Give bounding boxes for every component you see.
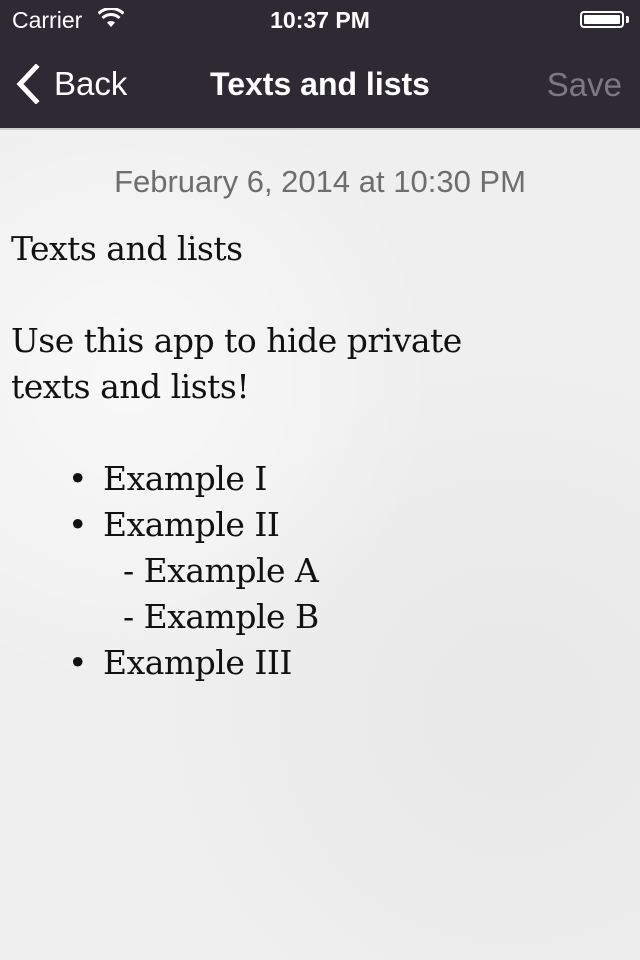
bullet-icon: • (68, 643, 87, 682)
back-button[interactable]: Back (14, 64, 127, 104)
status-bar: Carrier 10:37 PM (0, 0, 640, 40)
navigation-bar: Back Texts and lists Save (0, 40, 640, 128)
bullet-icon: • (68, 459, 87, 498)
sub-list-item: - Example A (11, 548, 621, 594)
dash-marker: - (123, 551, 134, 590)
battery-tip (626, 16, 629, 23)
list-item-text: Example III (103, 643, 292, 682)
sub-list-item: - Example B (11, 594, 621, 640)
chevron-left-icon (16, 64, 40, 104)
note-content[interactable]: February 6, 2014 at 10:30 PM Texts and l… (0, 130, 640, 960)
note-text[interactable]: Texts and lists Use this app to hide pri… (11, 226, 621, 686)
note-body-line: texts and lists! (11, 367, 250, 406)
list-item: • Example II (11, 502, 621, 548)
clock: 10:37 PM (270, 7, 370, 33)
battery-icon (580, 11, 624, 28)
save-button[interactable]: Save (547, 66, 622, 104)
list-item-text: Example I (103, 459, 267, 498)
note-heading: Texts and lists (11, 229, 243, 268)
dash-marker: - (123, 597, 134, 636)
note-body-line: Use this app to hide private (11, 321, 462, 360)
list-item: • Example III (11, 640, 621, 686)
back-label: Back (54, 65, 128, 102)
list-item-text: Example II (103, 505, 280, 544)
list-item-text: Example A (143, 551, 319, 590)
list-item-text: Example B (143, 597, 320, 636)
top-bar: Carrier 10:37 PM Back Texts and lists Sa… (0, 0, 640, 128)
bullet-icon: • (68, 505, 87, 544)
list-item: • Example I (11, 456, 621, 502)
note-date: February 6, 2014 at 10:30 PM (114, 164, 526, 199)
